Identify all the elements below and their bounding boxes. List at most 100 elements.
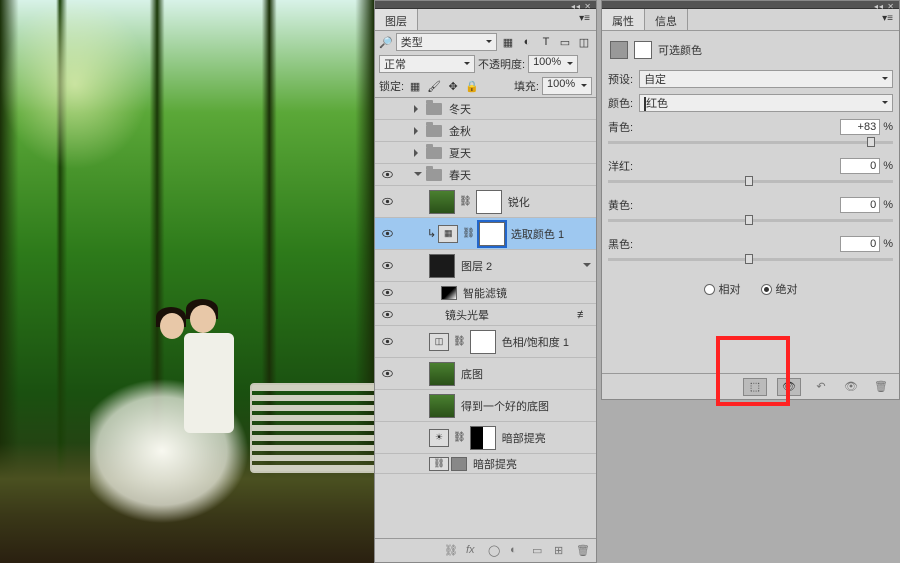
panel-collapse-icon[interactable]: ◂◂ ✕ — [874, 2, 895, 11]
layer-label: 图层 2 — [461, 258, 492, 274]
preset-select[interactable]: 自定 — [639, 70, 893, 88]
delete-layer-icon[interactable]: 🗑 — [576, 544, 590, 558]
clip-to-layer-button[interactable]: ⬚ — [743, 378, 767, 396]
radio-absolute[interactable]: 绝对 — [761, 281, 798, 297]
adjustment-icon: ◫ — [429, 333, 449, 351]
reset-button[interactable]: ↶ — [811, 379, 831, 395]
panel-collapse-icon[interactable]: ◂◂ ✕ — [571, 2, 592, 11]
slider-label: 青色: — [608, 119, 633, 135]
properties-panel: ◂◂ ✕ 属性 信息 ▾≡ 可选颜色 预设: 自定 颜色: 红色 青色:% 洋红… — [601, 0, 900, 400]
toggle-visibility-button[interactable]: 👁 — [841, 379, 861, 395]
tab-info[interactable]: 信息 — [645, 9, 688, 30]
panel-titlebar[interactable]: ◂◂ ✕ — [375, 1, 596, 9]
magenta-slider-track[interactable] — [608, 180, 893, 183]
slider-handle[interactable] — [745, 176, 753, 186]
document-canvas[interactable] — [0, 0, 374, 563]
filter-pixel-icon[interactable]: ▦ — [500, 34, 516, 50]
layer-label: 夏天 — [449, 145, 471, 161]
visibility-toggle[interactable] — [375, 335, 399, 348]
add-mask-icon[interactable]: ◯ — [488, 544, 502, 558]
link-layers-icon[interactable]: ⛓ — [444, 544, 458, 558]
layer-layer2[interactable]: 图层 2 — [375, 250, 596, 282]
slider-handle[interactable] — [745, 254, 753, 264]
fill-label: 填充: — [514, 78, 539, 94]
filter-type-text-icon[interactable]: T — [538, 34, 554, 50]
view-previous-button[interactable]: 👁 — [777, 378, 801, 396]
radio-relative[interactable]: 相对 — [704, 281, 741, 297]
cyan-slider-track[interactable] — [608, 141, 893, 144]
slider-cyan: 青色:% — [608, 115, 893, 154]
yellow-slider-track[interactable] — [608, 219, 893, 222]
visibility-toggle[interactable] — [375, 367, 399, 380]
filter-shape-icon[interactable]: ▭ — [557, 34, 573, 50]
layer-label: 得到一个好的底图 — [461, 398, 549, 414]
yellow-input[interactable] — [840, 197, 880, 213]
folder-icon — [426, 147, 442, 159]
layer-smart-filters[interactable]: 智能滤镜 — [375, 282, 596, 304]
disclosure-icon[interactable] — [413, 105, 423, 113]
layer-selective-color[interactable]: ↳▦⛓选取颜色 1 — [375, 218, 596, 250]
filter-mask-thumb — [441, 286, 457, 300]
visibility-toggle[interactable] — [375, 195, 399, 208]
visibility-toggle[interactable] — [375, 259, 399, 272]
layer-hue-sat[interactable]: ◫⛓色相/饱和度 1 — [375, 326, 596, 358]
opacity-value: 100% — [533, 56, 561, 68]
lock-position-icon[interactable]: ✥ — [445, 78, 461, 94]
panel-menu-icon[interactable]: ▾≡ — [573, 9, 596, 30]
visibility-toggle[interactable] — [375, 308, 399, 321]
disclosure-icon[interactable] — [413, 149, 423, 157]
tab-layers[interactable]: 图层 — [375, 9, 418, 30]
new-adjustment-icon[interactable]: ◐ — [510, 544, 524, 558]
layer-good-base[interactable]: 得到一个好的底图 — [375, 390, 596, 422]
link-icon: ⛓ — [462, 228, 475, 239]
layer-folder-summer[interactable]: 夏天 — [375, 142, 596, 164]
layer-folder-winter[interactable]: 冬天 — [375, 98, 596, 120]
photo-head — [190, 305, 216, 333]
black-slider-track[interactable] — [608, 258, 893, 261]
lock-all-icon[interactable]: 🔒 — [464, 78, 480, 94]
visibility-toggle[interactable] — [375, 168, 399, 181]
slider-handle[interactable] — [745, 215, 753, 225]
folder-icon — [426, 125, 442, 137]
color-select[interactable]: 红色 — [639, 94, 893, 112]
lock-fill-row: 锁定: ▦ 🖌 ✥ 🔒 填充: 100% — [375, 75, 596, 98]
filter-type-select[interactable]: 类型 — [396, 33, 497, 51]
filter-smart-icon[interactable]: ◫ — [576, 34, 592, 50]
layer-folder-spring[interactable]: 春天 — [375, 164, 596, 186]
filter-search-icon[interactable]: 🔎 — [379, 36, 393, 49]
panel-titlebar[interactable]: ◂◂ ✕ — [602, 1, 899, 9]
panel-tabs: 属性 信息 ▾≡ — [602, 9, 899, 31]
disclosure-icon[interactable] — [582, 260, 592, 271]
layer-folder-autumn[interactable]: 金秋 — [375, 120, 596, 142]
layer-shadow-lift-2[interactable]: ⛓暗部提亮 — [375, 454, 596, 474]
new-layer-icon[interactable]: ⊞ — [554, 544, 568, 558]
opacity-select[interactable]: 100% — [528, 55, 578, 73]
slider-black: 黑色:% — [608, 232, 893, 271]
disclosure-icon[interactable] — [413, 127, 423, 135]
black-input[interactable] — [840, 236, 880, 252]
filter-settings-icon[interactable]: ≢ — [577, 309, 588, 321]
layer-lens-flare[interactable]: 镜头光晕≢ — [375, 304, 596, 326]
blend-mode-select[interactable]: 正常 — [379, 55, 475, 73]
lock-pixels-icon[interactable]: 🖌 — [426, 78, 442, 94]
fx-icon[interactable]: fx — [466, 544, 480, 558]
slider-handle[interactable] — [867, 137, 875, 147]
layer-base[interactable]: 底图 — [375, 358, 596, 390]
disclosure-icon[interactable] — [413, 169, 423, 180]
fill-select[interactable]: 100% — [542, 77, 592, 95]
slider-label: 洋红: — [608, 158, 633, 174]
visibility-toggle[interactable] — [375, 286, 399, 299]
magenta-input[interactable] — [840, 158, 880, 174]
lock-transparency-icon[interactable]: ▦ — [407, 78, 423, 94]
cyan-input[interactable] — [840, 119, 880, 135]
layer-shadow-lift[interactable]: ☀⛓暗部提亮 — [375, 422, 596, 454]
photo-head — [160, 313, 184, 339]
filter-adjust-icon[interactable]: ◐ — [519, 34, 535, 50]
panel-menu-icon[interactable]: ▾≡ — [876, 9, 899, 30]
new-group-icon[interactable]: ▭ — [532, 544, 546, 558]
clip-icon: ↳ — [427, 227, 436, 240]
layer-sharpen[interactable]: ⛓锐化 — [375, 186, 596, 218]
tab-properties[interactable]: 属性 — [602, 9, 645, 30]
delete-adjustment-button[interactable]: 🗑 — [871, 379, 891, 395]
visibility-toggle[interactable] — [375, 227, 399, 240]
